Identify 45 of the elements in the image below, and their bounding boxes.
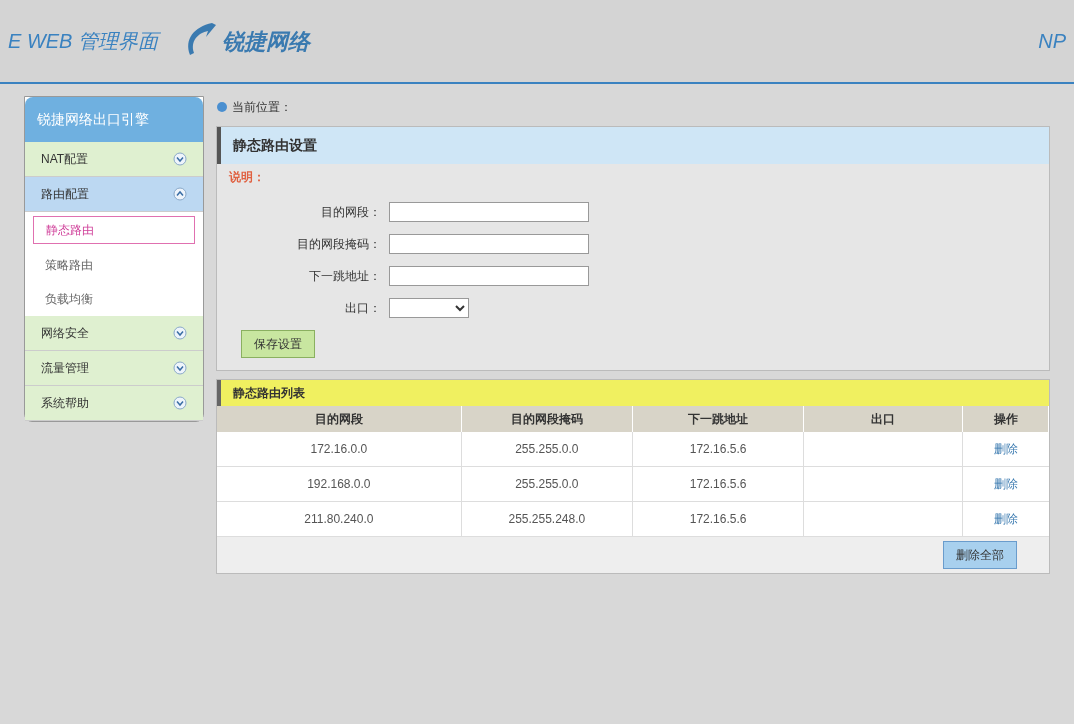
header-right-text: NP xyxy=(1038,29,1066,54)
expand-icon xyxy=(173,152,187,166)
field-label: 目的网段掩码： xyxy=(296,236,381,253)
table-cell: 255.255.0.0 xyxy=(461,467,633,502)
location-icon xyxy=(216,101,228,113)
column-header: 出口 xyxy=(804,406,964,432)
menu-item[interactable]: 静态路由 xyxy=(33,216,195,244)
expand-icon xyxy=(173,361,187,375)
expand-icon xyxy=(173,396,187,410)
menu-item[interactable]: 负载均衡 xyxy=(33,286,195,312)
input-field[interactable] xyxy=(389,266,589,286)
brand-name: 锐捷网络 xyxy=(222,27,310,56)
delete-link[interactable]: 删除 xyxy=(994,440,1019,458)
column-header: 目的网段掩码 xyxy=(461,406,633,432)
sidebar-title: 锐捷网络出口引擎 xyxy=(25,97,203,142)
menu-item[interactable]: 策略路由 xyxy=(33,252,195,278)
menu-group[interactable]: 系统帮助 xyxy=(25,386,203,421)
menu-group[interactable]: NAT配置 xyxy=(25,142,203,177)
column-header: 下一跳地址 xyxy=(633,406,805,432)
note-label: 说明： xyxy=(228,169,266,186)
exit-dropdown[interactable] xyxy=(389,298,469,318)
settings-title: 静态路由设置 xyxy=(217,127,1049,164)
menu-group[interactable]: 路由配置 xyxy=(25,177,203,212)
field-label: 下一跳地址： xyxy=(308,268,381,285)
menu-group[interactable]: 网络安全 xyxy=(25,316,203,351)
delete-link[interactable]: 删除 xyxy=(994,510,1019,528)
input-field[interactable] xyxy=(389,202,589,222)
input-field[interactable] xyxy=(389,234,589,254)
save-settings-button[interactable]: 保存设置 xyxy=(241,330,315,358)
table-cell: 255.255.0.0 xyxy=(461,432,633,467)
breadcrumb: 当前位置： xyxy=(232,99,292,116)
delete-all-button[interactable]: 删除全部 xyxy=(943,541,1017,569)
table-cell: 192.168.0.0 xyxy=(217,467,462,502)
table-cell: 172.16.5.6 xyxy=(633,432,805,467)
list-title: 静态路由列表 xyxy=(217,380,1049,406)
column-header: 目的网段 xyxy=(217,406,462,432)
field-label: 目的网段： xyxy=(320,204,381,221)
table-cell: 172.16.0.0 xyxy=(217,432,462,467)
field-label: 出口： xyxy=(344,300,381,317)
menu-group[interactable]: 流量管理 xyxy=(25,351,203,386)
column-header: 操作 xyxy=(963,406,1049,432)
table-cell: 172.16.5.6 xyxy=(633,467,805,502)
collapse-icon xyxy=(173,187,187,201)
delete-link[interactable]: 删除 xyxy=(994,475,1019,493)
expand-icon xyxy=(173,326,187,340)
